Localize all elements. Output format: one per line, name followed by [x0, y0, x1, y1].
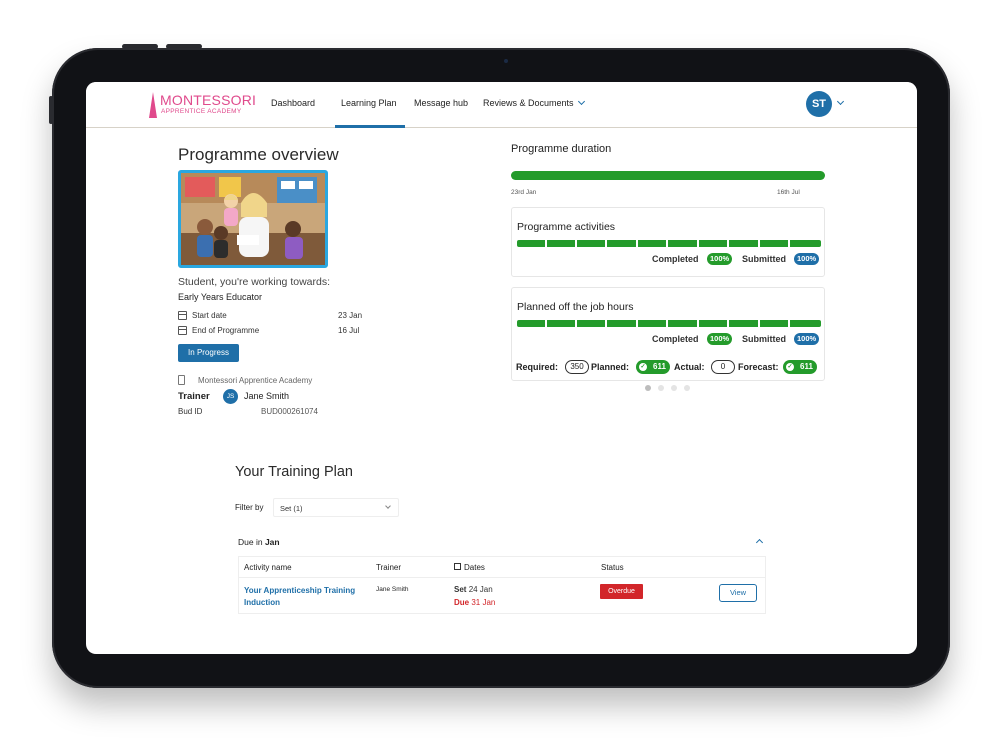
brand-tagline: APPRENTICE ACADEMY: [161, 108, 242, 115]
nav-item-learning-plan[interactable]: Learning Plan: [341, 98, 397, 108]
training-plan-title: Your Training Plan: [235, 464, 353, 480]
row-due-date: Due 31 Jan: [454, 598, 495, 607]
trainer-label: Trainer: [178, 391, 210, 402]
start-date-value: 23 Jan: [338, 311, 363, 320]
brand-logo[interactable]: MONTESSORI APPRENTICE ACADEMY: [148, 90, 256, 120]
activities-progress-bar: [517, 240, 821, 247]
due-prefix: Due in: [238, 537, 263, 547]
due-month: Jan: [264, 537, 280, 547]
duration-end: 16th Jul: [777, 189, 800, 196]
nav-item-message-hub[interactable]: Message hub: [414, 98, 468, 108]
status-badge[interactable]: In Progress: [178, 344, 239, 362]
device-stage: MONTESSORI APPRENTICE ACADEMY Dashboard …: [0, 0, 1000, 750]
forecast-value: 611: [800, 362, 813, 371]
filter-label: Filter by: [235, 503, 264, 512]
academy-name: Montessori Apprentice Academy: [198, 376, 313, 385]
table-divider: [238, 577, 766, 578]
end-date-value: 16 Jul: [338, 326, 360, 335]
tablet-side-button: [49, 96, 53, 124]
building-icon: [178, 375, 185, 385]
nav-item-dashboard[interactable]: Dashboard: [271, 98, 315, 108]
user-avatar[interactable]: ST: [806, 91, 832, 117]
tablet-camera: [504, 59, 508, 63]
actual-value: 0: [711, 360, 735, 374]
set-date: 24 Jan: [468, 585, 493, 594]
filter-value: Set (1): [280, 504, 303, 513]
check-icon: ✓: [786, 363, 794, 371]
chevron-down-icon[interactable]: [577, 97, 586, 106]
carousel-dot[interactable]: [671, 385, 677, 391]
actual-label: Actual:: [674, 362, 705, 372]
activities-submitted-badge: 100%: [794, 253, 820, 265]
status-badge: Overdue: [600, 584, 643, 599]
set-label: Set: [454, 585, 467, 594]
row-set-date: Set 24 Jan: [454, 585, 493, 594]
programme-image: [178, 170, 328, 268]
due-date: 31 Jan: [471, 598, 496, 607]
top-navigation: MONTESSORI APPRENTICE ACADEMY Dashboard …: [86, 82, 917, 128]
chevron-down-icon: [385, 503, 391, 509]
trainer-avatar: JS: [223, 389, 238, 404]
calendar-icon: [454, 563, 461, 570]
hours-submitted-badge: 100%: [794, 333, 820, 345]
hours-completed-label: Completed: [652, 334, 699, 344]
carousel-dot[interactable]: [658, 385, 664, 391]
column-header-dates: Dates: [464, 563, 485, 572]
calendar-icon: [178, 311, 187, 320]
calendar-icon: [178, 326, 187, 335]
end-date-label: End of Programme: [192, 326, 260, 335]
carousel-dot[interactable]: [645, 385, 651, 391]
brand-name: MONTESSORI: [160, 92, 257, 108]
row-trainer: Jane Smith: [376, 586, 409, 593]
bud-id-value: BUD000261074: [261, 407, 318, 416]
activities-title: Programme activities: [517, 221, 616, 233]
check-icon: ✓: [639, 363, 647, 371]
activities-completed-badge: 100%: [707, 253, 733, 265]
column-header-activity: Activity name: [244, 563, 292, 572]
classroom-photo: [181, 173, 325, 265]
chevron-down-icon[interactable]: [836, 97, 845, 106]
carousel-dot[interactable]: [684, 385, 690, 391]
planned-value: 611: [653, 362, 666, 371]
page-title: Programme overview: [178, 145, 339, 164]
view-button[interactable]: View: [719, 584, 757, 602]
required-value: 350: [565, 360, 589, 374]
forecast-label: Forecast:: [738, 362, 779, 372]
bud-id-label: Bud ID: [178, 407, 203, 416]
filter-select[interactable]: Set (1): [273, 498, 399, 517]
active-tab-indicator: [335, 125, 405, 128]
hours-submitted-label: Submitted: [742, 334, 786, 344]
cone-logo-icon: [149, 92, 157, 118]
forecast-value-badge: ✓ 611: [783, 360, 817, 374]
required-label: Required:: [516, 362, 559, 372]
column-header-status: Status: [601, 563, 624, 572]
working-towards-text: Student, you're working towards:: [178, 276, 330, 288]
due-label: Due: [454, 598, 470, 607]
qualification-name: Early Years Educator: [178, 292, 263, 302]
hours-title: Planned off the job hours: [517, 301, 634, 313]
activity-link[interactable]: Your Apprenticeship Training Induction: [244, 585, 369, 609]
due-group-header[interactable]: Due in Jan: [238, 537, 280, 547]
column-header-trainer: Trainer: [376, 563, 402, 572]
planned-label: Planned:: [591, 362, 630, 372]
activities-card: Programme activities Completed 100% Subm…: [511, 207, 825, 277]
duration-title: Programme duration: [511, 143, 612, 155]
trainer-name: Jane Smith: [244, 391, 290, 401]
chevron-up-icon[interactable]: [755, 538, 764, 547]
start-date-label: Start date: [192, 311, 227, 320]
hours-progress-bar: [517, 320, 821, 327]
activities-submitted-label: Submitted: [742, 254, 786, 264]
duration-start: 23rd Jan: [511, 189, 537, 196]
nav-item-reviews-documents[interactable]: Reviews & Documents: [483, 98, 574, 108]
activities-completed-label: Completed: [652, 254, 699, 264]
app-screen: MONTESSORI APPRENTICE ACADEMY Dashboard …: [86, 82, 917, 654]
planned-value-badge: ✓ 611: [636, 360, 670, 374]
hours-completed-badge: 100%: [707, 333, 733, 345]
duration-progress-bar: [511, 171, 825, 180]
